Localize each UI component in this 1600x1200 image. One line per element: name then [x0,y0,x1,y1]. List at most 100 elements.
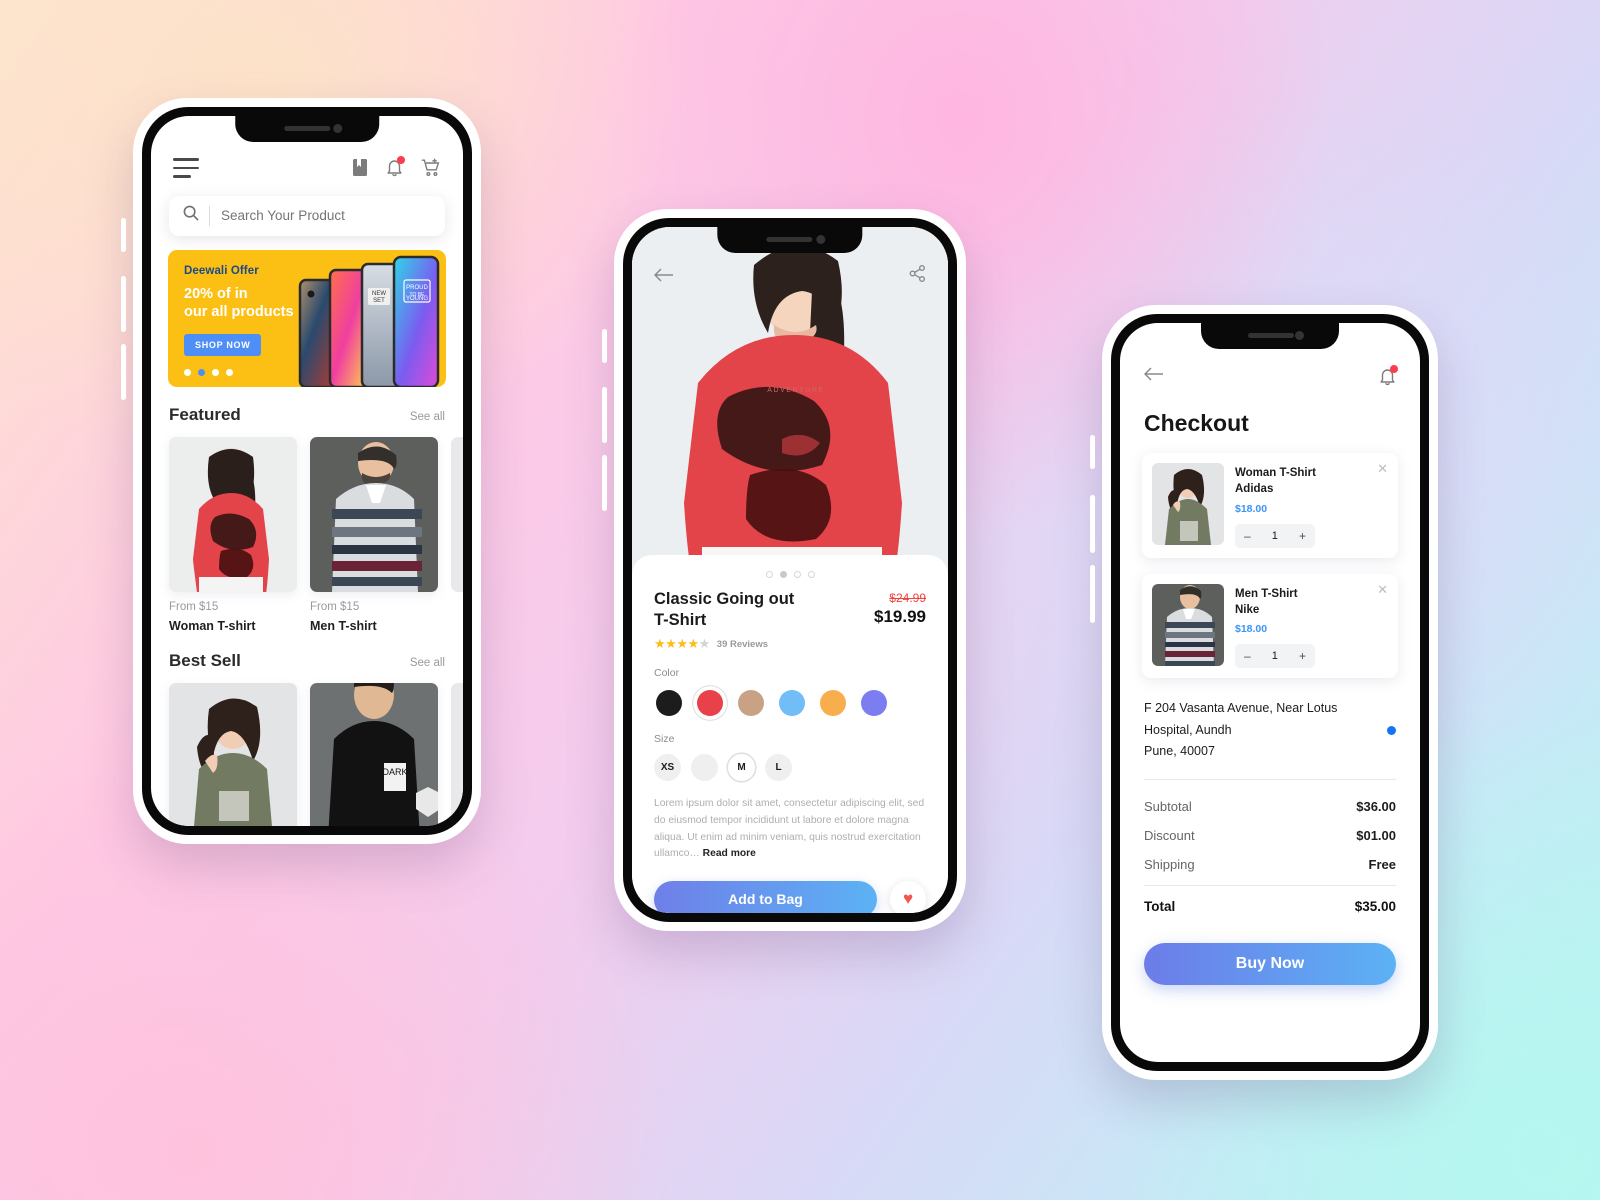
color-swatch-sky-blue[interactable] [777,688,807,718]
shop-now-button[interactable]: SHOP NOW [184,333,262,356]
decrease-quantity-button[interactable]: – [1244,649,1251,663]
notification-badge [1390,365,1398,373]
color-swatch-orange[interactable] [818,688,848,718]
product-name: Men T-shirt [310,618,377,633]
gallery-dots[interactable] [654,555,926,578]
product-image: DARK [310,682,438,826]
phone2-volume-up [602,387,607,443]
bestsell-section-header: Best Sell See all [151,633,463,671]
product-detail-sheet: Classic Going out T-Shirt $24.99 $19.99 … [632,555,948,913]
banner-dot-2[interactable] [198,368,205,376]
summary-row-discount: Discount $01.00 [1144,821,1396,850]
summary-label: Discount [1144,827,1195,843]
bestsell-product-list: DARK [151,671,463,826]
size-option-blank[interactable] [691,754,718,782]
product-title-row: Classic Going out T-Shirt $24.99 $19.99 [654,589,926,631]
featured-see-all[interactable]: See all [410,411,445,423]
gallery-dot-4[interactable] [807,571,815,578]
cart-item-image [1152,463,1224,545]
increase-quantity-button[interactable]: + [1299,649,1306,663]
summary-row-total: Total $35.00 [1144,892,1396,921]
decrease-quantity-button[interactable]: – [1244,529,1251,543]
phone-checkout: Checkout Woman T-Shirt Adidas $18.00 – 1… [1090,305,1438,1080]
size-option-m[interactable]: M [728,754,755,782]
color-swatch-red[interactable] [695,688,725,718]
summary-label: Subtotal [1144,798,1192,814]
product-card-peek[interactable] [451,682,463,826]
banner-dot-4[interactable] [226,368,233,376]
quantity-stepper[interactable]: – 1 + [1235,644,1315,669]
svg-text:ADVENTURE: ADVENTURE [767,387,825,394]
remove-item-icon[interactable]: ✕ [1377,461,1388,477]
phone2-silent-switch [602,329,607,363]
buy-now-button[interactable]: Buy Now [1144,942,1396,985]
notch [1201,323,1339,349]
product-image [169,436,297,592]
heart-icon[interactable]: ♥ [890,881,926,913]
color-swatch-periwinkle[interactable] [859,688,889,718]
shipping-address[interactable]: F 204 Vasanta Avenue, Near Lotus Hospita… [1120,678,1420,763]
color-swatch-black[interactable] [654,688,684,718]
product-title-line-2: T-Shirt [654,611,707,630]
order-summary: Subtotal $36.00 Discount $01.00 Shipping… [1120,780,1420,879]
svg-text:NEW: NEW [372,291,386,297]
product-name: Woman T-shirt [169,618,256,633]
add-to-cart-icon[interactable] [421,158,441,177]
gallery-dot-3[interactable] [793,571,801,578]
quantity-stepper[interactable]: – 1 + [1235,523,1315,548]
search-bar[interactable] [169,195,445,236]
back-arrow-icon[interactable] [1143,367,1164,386]
bestsell-see-all[interactable]: See all [410,657,445,669]
banner-subtitle-2: our all products [184,304,294,321]
phone3-silent-switch [1090,435,1095,469]
product-card-woman-tshirt[interactable]: From $15 Woman T-shirt [169,436,297,633]
cart-item-men-tshirt[interactable]: Men T-Shirt Nike $18.00 – 1 + ✕ [1142,573,1398,679]
cart-item-price: $18.00 [1235,623,1268,636]
product-card-men-tshirt[interactable]: From $15 Men T-shirt [310,436,438,633]
featured-title: Featured [169,404,241,424]
featured-section-header: Featured See all [151,387,463,425]
hamburger-menu-icon[interactable] [173,158,199,178]
cart-item-info: Men T-Shirt Nike $18.00 – 1 + [1235,584,1388,669]
detail-actions: Add to Bag ♥ [654,880,926,913]
checkout-screen: Checkout Woman T-Shirt Adidas $18.00 – 1… [1120,323,1420,1062]
summary-value: $01.00 [1356,827,1396,843]
product-detail-screen: ADVENTURE Classic Going out T-Shirt $24.… [632,227,948,913]
banner-carousel-dots[interactable] [184,368,233,376]
phone-home: PROUD TO BE YOUNG NEW SET Deewali Offer … [121,98,481,844]
sale-price: $19.99 [874,607,926,626]
phone3-volume-down [1090,565,1095,623]
cart-item-name: Woman T-Shirt [1235,467,1316,479]
gallery-dot-1[interactable] [765,571,773,578]
search-input[interactable] [221,208,431,224]
notch [717,227,863,253]
product-card-bestsell-1[interactable] [169,682,297,826]
back-arrow-icon[interactable] [653,268,674,287]
product-card-bestsell-2[interactable]: DARK [310,682,438,826]
banner-dot-3[interactable] [212,368,219,376]
add-to-bag-button[interactable]: Add to Bag [654,880,877,913]
color-label: Color [654,667,680,680]
product-card-peek[interactable] [451,436,463,633]
read-more-link[interactable]: Read more [703,848,756,859]
size-option-l[interactable]: L [765,754,792,782]
product-title: Classic Going out T-Shirt [654,589,794,631]
notification-bell-icon[interactable] [1379,365,1398,386]
address-selected-indicator[interactable] [1387,726,1396,736]
remove-item-icon[interactable]: ✕ [1377,582,1388,598]
summary-label: Shipping [1144,856,1195,872]
promo-banner[interactable]: PROUD TO BE YOUNG NEW SET Deewali Offer … [168,249,446,387]
share-icon[interactable] [909,265,926,287]
bestsell-title: Best Sell [169,650,241,670]
size-option-xs[interactable]: XS [654,754,681,782]
summary-value: $36.00 [1356,798,1396,814]
increase-quantity-button[interactable]: + [1299,529,1306,543]
address-line-3: Pune, 40007 [1144,744,1215,759]
cart-item-woman-tshirt[interactable]: Woman T-Shirt Adidas $18.00 – 1 + ✕ [1142,453,1398,558]
color-swatch-tan[interactable] [736,688,766,718]
gallery-dot-2[interactable] [779,571,787,578]
bookmark-icon[interactable] [352,158,368,177]
banner-dot-1[interactable] [184,368,191,376]
product-image [169,682,297,826]
notification-bell-icon[interactable] [386,156,405,177]
